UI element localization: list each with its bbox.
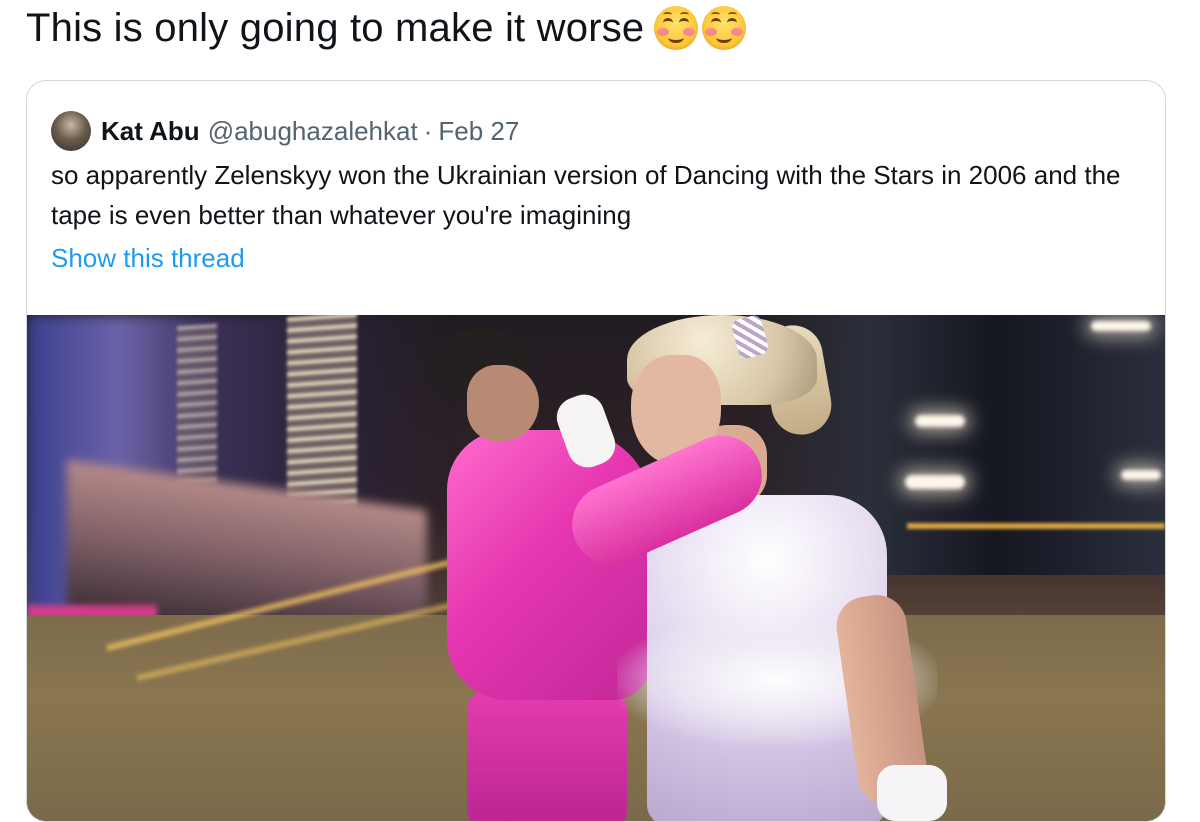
spotlight	[915, 415, 965, 427]
quoted-tweet-card[interactable]: Kat Abu @abughazalehkat · Feb 27 so appa…	[26, 80, 1166, 822]
main-tweet-text: This is only going to make it worse	[26, 6, 645, 50]
spotlight	[1091, 321, 1151, 331]
tweet-date[interactable]: Feb 27	[438, 116, 519, 147]
spotlight	[905, 475, 965, 489]
smiling-face-emoji-icon	[702, 6, 747, 50]
author-avatar[interactable]	[51, 111, 91, 151]
stage-rail	[907, 523, 1165, 529]
dancer-pink-suit-face	[467, 365, 539, 441]
quoted-tweet-text: so apparently Zelenskyy won the Ukrainia…	[51, 160, 1121, 230]
dancer-pink-suit-legs	[467, 690, 627, 821]
author-name[interactable]: Kat Abu	[101, 116, 200, 147]
show-thread-link[interactable]: Show this thread	[51, 243, 245, 274]
quoted-tweet-header: Kat Abu @abughazalehkat · Feb 27	[51, 111, 519, 151]
smiling-face-emoji-icon	[654, 6, 699, 50]
tweet-media-video-frame[interactable]	[27, 315, 1165, 821]
dancer-glove	[877, 765, 947, 821]
spotlight	[1121, 470, 1161, 480]
main-tweet-text-row: This is only going to make it worse	[26, 2, 747, 54]
author-handle: @abughazalehkat	[207, 115, 418, 146]
header-separator: ·	[423, 115, 433, 146]
